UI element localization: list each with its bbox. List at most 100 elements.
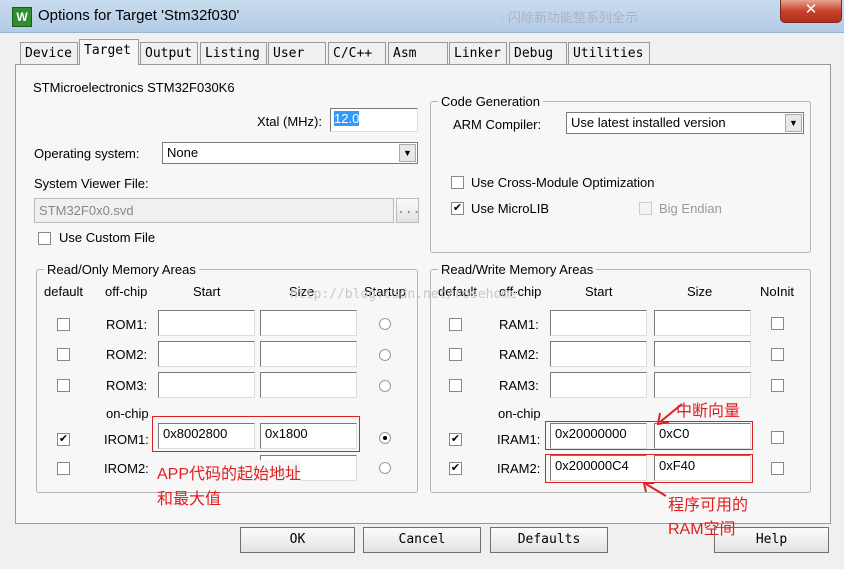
irom1-default-checkbox[interactable]: ✔ — [57, 433, 70, 446]
ram-space-annotation-line2: RAM空间 — [668, 521, 736, 538]
rom2-default-checkbox[interactable] — [57, 348, 70, 361]
tab-c-cpp[interactable]: C/C++ — [328, 42, 386, 64]
iram2-default-checkbox[interactable]: ✔ — [449, 462, 462, 475]
irom2-label: IROM2: — [104, 461, 149, 476]
rom3-start-input[interactable] — [158, 372, 255, 398]
ram1-start-input[interactable] — [550, 310, 647, 336]
iram2-noinit-checkbox[interactable] — [771, 462, 784, 475]
iram1-noinit-checkbox[interactable] — [771, 431, 784, 444]
rom-areas-title: Read/Only Memory Areas — [44, 262, 199, 277]
ram3-label: RAM3: — [499, 378, 539, 393]
close-button[interactable]: ✕ — [780, 0, 842, 23]
ram1-default-checkbox[interactable] — [449, 318, 462, 331]
chevron-down-icon: ▼ — [399, 144, 416, 162]
rom2-startup-radio[interactable] — [379, 349, 391, 361]
app-address-annotation-line1: APP代码的起始地址 — [157, 460, 302, 484]
ram-header-size: Size — [687, 284, 713, 299]
tab-device[interactable]: Device — [20, 42, 78, 64]
iram1-default-checkbox[interactable]: ✔ — [449, 433, 462, 446]
svd-label: System Viewer File: — [34, 176, 149, 191]
rom1-size-input[interactable] — [260, 310, 357, 336]
tab-output[interactable]: Output — [140, 42, 198, 64]
rom3-startup-radio[interactable] — [379, 380, 391, 392]
ram1-noinit-checkbox[interactable] — [771, 317, 784, 330]
rom-header-start: Start — [193, 284, 221, 299]
big-endian-checkbox[interactable] — [639, 202, 652, 215]
cross-module-checkbox[interactable] — [451, 176, 464, 189]
cross-module-label: Use Cross-Module Optimization — [471, 175, 655, 190]
iram2-start-input[interactable]: 0x200000C4 — [550, 455, 647, 481]
rom-onchip-label: on-chip — [106, 406, 149, 421]
irom2-default-checkbox[interactable] — [57, 462, 70, 475]
vector-arrow-icon — [656, 403, 683, 426]
rom1-default-checkbox[interactable] — [57, 318, 70, 331]
irom1-label: IROM1: — [104, 432, 149, 447]
ram2-label: RAM2: — [499, 347, 539, 362]
arm-compiler-select[interactable]: Use latest installed version ▼ — [566, 112, 804, 134]
iram2-label: IRAM2: — [497, 461, 541, 476]
code-generation-title: Code Generation — [438, 94, 544, 109]
ram-onchip-label: on-chip — [498, 406, 541, 421]
rom3-size-input[interactable] — [260, 372, 357, 398]
irom2-startup-radio[interactable] — [379, 462, 391, 474]
tab-utilities[interactable]: Utilities — [568, 42, 650, 64]
ok-button[interactable]: OK — [240, 527, 355, 553]
xtal-value: 12.0 — [334, 111, 360, 126]
use-custom-file-label: Use Custom File — [59, 230, 156, 245]
microlib-label: Use MicroLIB — [471, 201, 550, 216]
ram1-label: RAM1: — [499, 317, 539, 332]
os-value: None — [167, 145, 199, 160]
radio-selected-dot — [383, 436, 387, 440]
ram2-noinit-checkbox[interactable] — [771, 348, 784, 361]
ram3-start-input[interactable] — [550, 372, 647, 398]
arm-compiler-label: ARM Compiler: — [453, 117, 542, 132]
tab-listing[interactable]: Listing — [200, 42, 267, 64]
tab-linker[interactable]: Linker — [449, 42, 507, 64]
tab-debug[interactable]: Debug — [509, 42, 567, 64]
iram1-start-input[interactable]: 0x20000000 — [550, 423, 647, 449]
rom2-start-input[interactable] — [158, 341, 255, 367]
svd-browse-button[interactable]: ... — [396, 198, 420, 223]
rom3-label: ROM3: — [106, 378, 148, 393]
tab-target[interactable]: Target — [79, 39, 139, 65]
ram2-start-input[interactable] — [550, 341, 647, 367]
ram2-default-checkbox[interactable] — [449, 348, 462, 361]
tab-asm[interactable]: Asm — [388, 42, 448, 64]
cancel-button[interactable]: Cancel — [363, 527, 481, 553]
ram3-default-checkbox[interactable] — [449, 379, 462, 392]
xtal-input[interactable]: 12.0 — [330, 108, 418, 132]
background-window-text: · 闪除新功能整系列全示 — [500, 10, 638, 25]
rom1-label: ROM1: — [106, 317, 148, 332]
microlib-checkbox[interactable]: ✔ — [451, 202, 464, 215]
ram3-size-input[interactable] — [654, 372, 751, 398]
rom1-start-input[interactable] — [158, 310, 255, 336]
ram-arrow-icon — [642, 482, 667, 497]
rom2-size-input[interactable] — [260, 341, 357, 367]
svd-file-input[interactable]: STM32F0x0.svd — [34, 198, 394, 223]
ram3-noinit-checkbox[interactable] — [771, 379, 784, 392]
ram2-size-input[interactable] — [654, 341, 751, 367]
ram-header-noinit: NoInit — [760, 284, 794, 299]
big-endian-label: Big Endian — [659, 201, 722, 216]
app-address-annotation-line2: 和最大值 — [157, 491, 222, 508]
keil-app-icon: W — [12, 7, 32, 27]
tab-user[interactable]: User — [268, 42, 326, 64]
ram1-size-input[interactable] — [654, 310, 751, 336]
arm-compiler-value: Use latest installed version — [571, 115, 726, 130]
os-select[interactable]: None ▼ — [162, 142, 418, 164]
rom-header-default: default — [44, 284, 84, 299]
iram2-size-input[interactable]: 0xF40 — [654, 455, 751, 481]
use-custom-file-checkbox[interactable] — [38, 232, 51, 245]
xtal-label: Xtal (MHz): — [257, 114, 322, 129]
ram-header-start: Start — [585, 284, 613, 299]
ram-areas-title: Read/Write Memory Areas — [438, 262, 597, 277]
rom3-default-checkbox[interactable] — [57, 379, 70, 392]
irom1-start-input[interactable]: 0x8002800 — [158, 423, 255, 449]
irom1-size-input[interactable]: 0x1800 — [260, 423, 357, 449]
chevron-down-icon: ▼ — [785, 114, 802, 132]
rom1-startup-radio[interactable] — [379, 318, 391, 330]
device-name: STMicroelectronics STM32F030K6 — [33, 80, 235, 95]
irom1-startup-radio[interactable] — [379, 432, 391, 444]
defaults-button[interactable]: Defaults — [490, 527, 608, 553]
rom-header-offchip: off-chip — [105, 284, 148, 299]
